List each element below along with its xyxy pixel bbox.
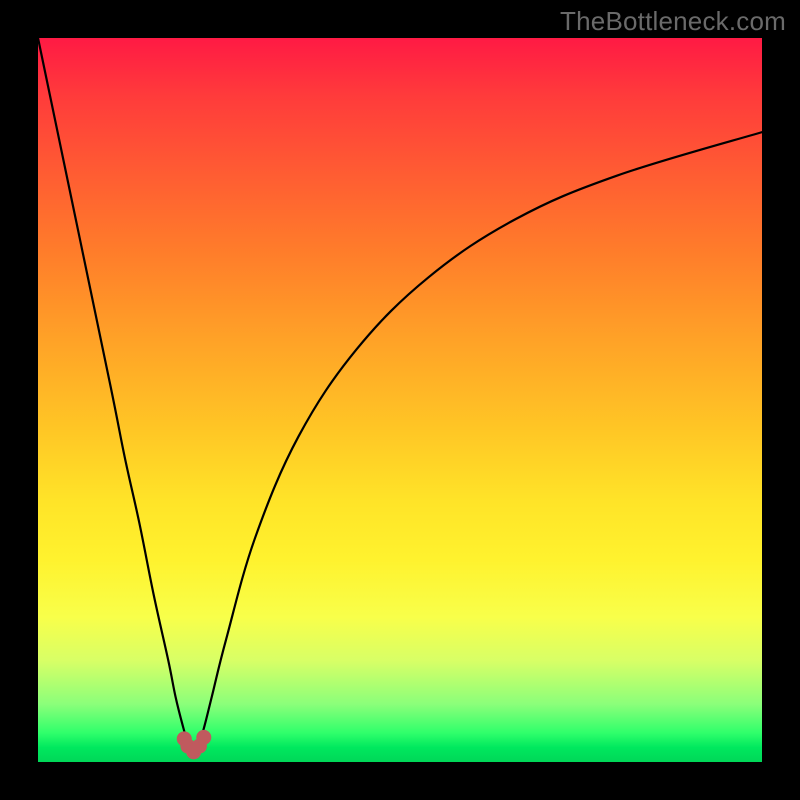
curve-layer	[38, 38, 762, 762]
attribution-label: TheBottleneck.com	[560, 6, 786, 37]
min-marker-dot	[196, 730, 211, 745]
plot-area	[38, 38, 762, 762]
bottleneck-curve	[38, 38, 762, 753]
chart-frame: TheBottleneck.com	[0, 0, 800, 800]
